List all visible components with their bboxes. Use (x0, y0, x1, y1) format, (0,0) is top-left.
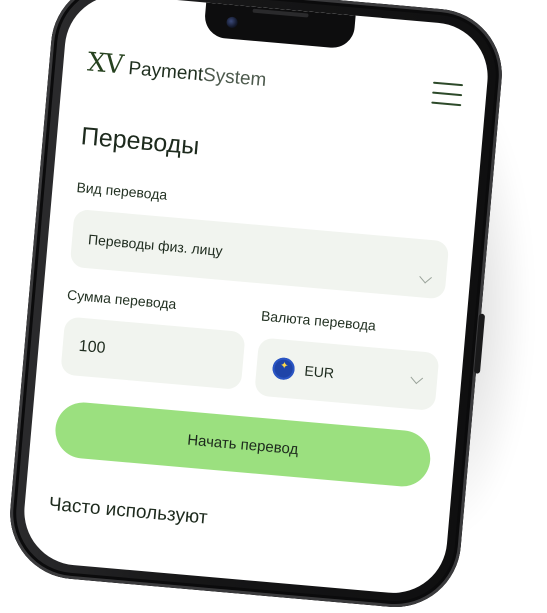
eu-flag-icon (271, 356, 296, 381)
speaker (252, 8, 309, 18)
phone: XV Payment System Переводы Вид перевода … (4, 0, 508, 613)
frequent-section-title: Часто используют (47, 493, 209, 529)
amount-value: 100 (78, 337, 107, 358)
transfer-type-value: Переводы физ. лицу (87, 231, 224, 259)
amount-label: Сумма перевода (66, 286, 178, 313)
currency-select[interactable]: EUR (254, 337, 440, 412)
camera-icon (226, 16, 239, 29)
phone-screen: XV Payment System Переводы Вид перевода … (19, 0, 493, 598)
amount-currency-row: Сумма перевода 100 Валюта перевода EUR (60, 287, 443, 412)
brand-logo[interactable]: XV Payment System (86, 47, 268, 93)
app-header: XV Payment System (86, 43, 464, 116)
chevron-down-icon (410, 371, 424, 385)
brand-name-bold: Payment (127, 58, 205, 86)
currency-selected: EUR (271, 356, 335, 384)
currency-label: Валюта перевода (260, 307, 377, 334)
hamburger-menu-icon[interactable] (431, 81, 464, 107)
currency-group: Валюта перевода EUR (254, 304, 442, 412)
brand-mark: XV (86, 47, 125, 81)
amount-group: Сумма перевода 100 (60, 287, 248, 394)
currency-value: EUR (303, 362, 335, 382)
start-transfer-button[interactable]: Начать перевод (53, 400, 433, 489)
chevron-down-icon (419, 270, 432, 284)
brand-name-light: System (202, 64, 268, 92)
app-content: XV Payment System Переводы Вид перевода … (48, 43, 464, 549)
page-title: Переводы (79, 122, 201, 161)
amount-input[interactable]: 100 (60, 316, 246, 391)
